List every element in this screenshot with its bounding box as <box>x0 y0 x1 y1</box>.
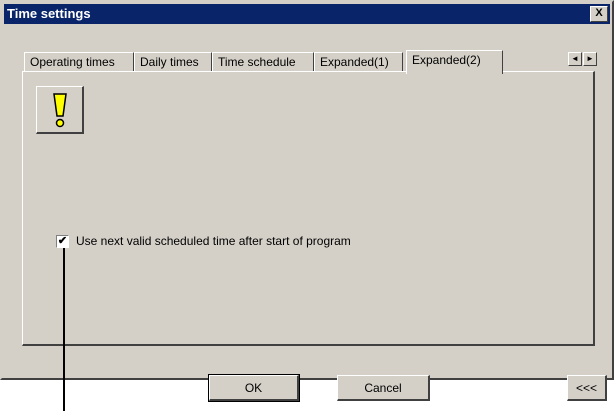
cancel-button[interactable]: Cancel <box>337 375 430 401</box>
collapse-button-label: <<< <box>575 381 598 395</box>
tab-time-schedule[interactable]: Time schedule <box>212 52 314 72</box>
tab-expanded-1[interactable]: Expanded(1) <box>314 52 403 72</box>
tab-label: Expanded(1) <box>320 55 389 69</box>
tab-operating-times[interactable]: Operating times <box>24 52 134 72</box>
tab-panel-expanded-2 <box>22 71 595 346</box>
warning-button[interactable] <box>36 86 84 134</box>
close-button[interactable]: X <box>590 6 608 22</box>
ok-button-label: OK <box>244 381 263 395</box>
dialog-title: Time settings <box>7 6 91 21</box>
tab-label: Daily times <box>140 55 199 69</box>
exclamation-icon <box>53 93 67 128</box>
cancel-button-label: Cancel <box>364 381 402 395</box>
tab-scroll-left-button[interactable]: ◄ <box>568 52 582 66</box>
arrow-left-icon: ◄ <box>571 54 579 63</box>
close-icon: X <box>595 7 603 19</box>
title-bar: Time settings X <box>4 4 610 24</box>
tab-label: Time schedule <box>218 55 296 69</box>
tab-label: Expanded(2) <box>412 53 481 67</box>
tab-scroll-right-button[interactable]: ► <box>583 52 597 66</box>
collapse-button[interactable]: <<< <box>567 375 607 401</box>
tab-expanded-2[interactable]: Expanded(2) <box>406 50 503 74</box>
tab-daily-times[interactable]: Daily times <box>134 52 212 72</box>
next-valid-time-label: Use next valid scheduled time after star… <box>76 234 351 248</box>
callout-line <box>63 248 65 411</box>
next-valid-time-checkbox[interactable]: ✔ <box>56 235 69 248</box>
check-mark-icon: ✔ <box>57 235 68 247</box>
ok-button[interactable]: OK <box>208 374 300 402</box>
arrow-right-icon: ► <box>586 54 594 63</box>
tab-label: Operating times <box>30 55 115 69</box>
